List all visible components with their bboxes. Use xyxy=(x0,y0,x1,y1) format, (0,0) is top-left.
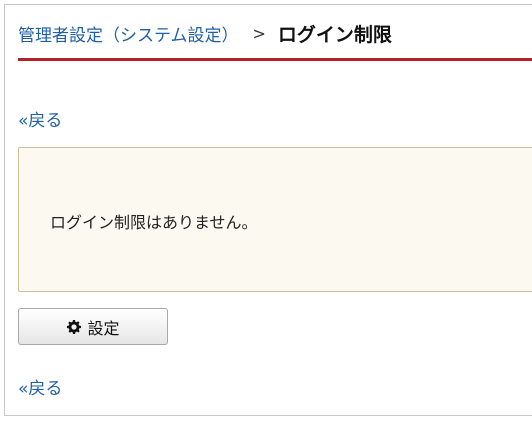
notice-message: ログイン制限はありません。 xyxy=(50,213,258,232)
breadcrumb-admin-settings-link[interactable]: 管理者設定（システム設定） xyxy=(18,21,239,46)
gear-icon xyxy=(66,319,82,335)
page-title: ログイン制限 xyxy=(277,23,392,46)
settings-button[interactable]: 設定 xyxy=(18,308,168,345)
back-link-top[interactable]: «戻る xyxy=(18,106,62,131)
title-underline xyxy=(18,58,532,61)
breadcrumb-separator: > xyxy=(252,23,266,43)
settings-button-label: 設定 xyxy=(87,318,120,338)
back-link-bottom[interactable]: «戻る xyxy=(18,374,62,399)
page-frame: 管理者設定（システム設定） > ログイン制限 «戻る ログイン制限はありません。… xyxy=(4,4,532,416)
login-restriction-notice: ログイン制限はありません。 xyxy=(18,147,532,292)
breadcrumb: 管理者設定（システム設定） > ログイン制限 xyxy=(18,17,392,49)
